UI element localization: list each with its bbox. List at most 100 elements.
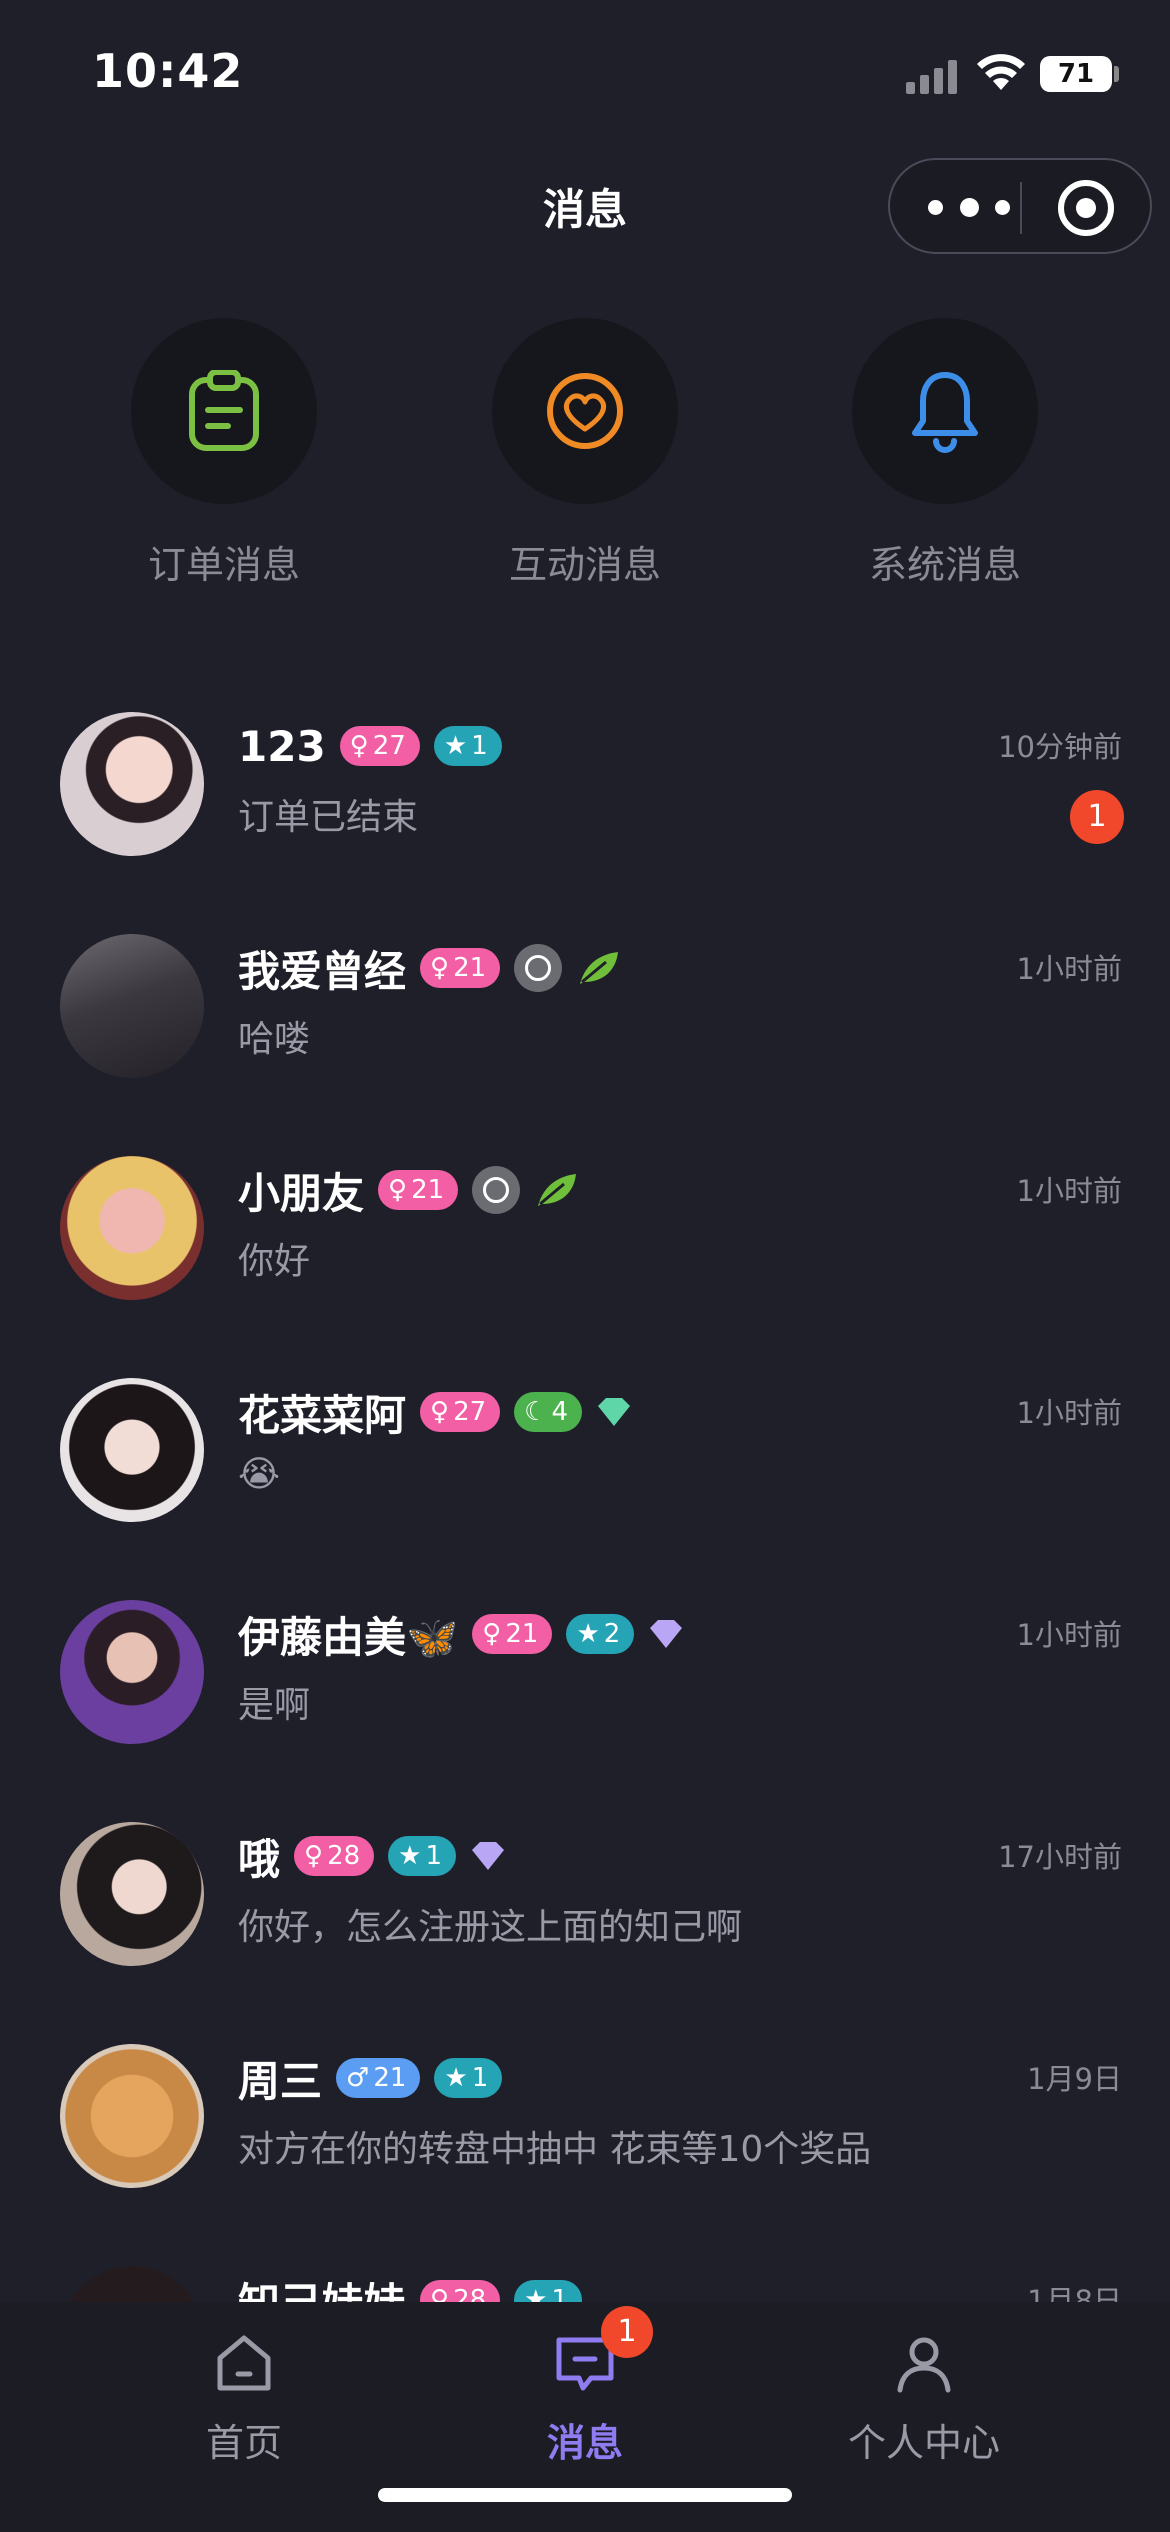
message-time: 1小时前 xyxy=(1016,1396,1122,1430)
leaf-icon xyxy=(580,952,619,984)
contact-name: 伊藤由美🦋 xyxy=(238,1612,459,1662)
star-icon: ★ xyxy=(444,2063,468,2093)
female-age-badge: ♀ 27 xyxy=(339,726,420,766)
star-icon: ★ xyxy=(443,731,468,761)
avatar[interactable] xyxy=(60,1378,204,1522)
message-time: 1小时前 xyxy=(1016,1174,1122,1208)
more-options-icon[interactable] xyxy=(928,182,1010,232)
level-value: 1 xyxy=(471,731,488,761)
contact-name: 知己娃娃 xyxy=(238,2270,406,2303)
heart-circle-icon xyxy=(547,373,623,449)
contact-name: 花菜菜阿 xyxy=(238,1390,407,1440)
female-icon: ♀ xyxy=(430,953,450,983)
avatar[interactable] xyxy=(60,1156,204,1300)
avatar[interactable] xyxy=(60,1600,204,1744)
age-value: 21 xyxy=(373,2063,407,2093)
female-age-badge: ♀ 28 xyxy=(294,1836,375,1876)
female-icon: ♀ xyxy=(304,1841,324,1871)
age-value: 21 xyxy=(505,1619,539,1649)
level-badge-gray xyxy=(514,944,563,992)
message-time: 10分钟前 xyxy=(998,730,1122,764)
name-row: 知己娃娃 ♀28 ★1 xyxy=(238,2274,583,2302)
star-icon: ★ xyxy=(576,1619,600,1649)
name-row: 哦 ♀ 28 ★ 1 xyxy=(238,1830,506,1884)
star-level-badge: ★ 1 xyxy=(514,2280,583,2302)
female-icon: ♀ xyxy=(388,1175,408,1205)
battery-indicator: 71 xyxy=(1040,56,1112,92)
message-preview: 对方在你的转盘中抽中 花束等10个奖品 xyxy=(238,2129,872,2170)
female-age-badge: ♀ 27 xyxy=(420,1392,501,1432)
chat-icon: 1 xyxy=(553,2306,653,2396)
contact-name: 周三 xyxy=(238,2056,323,2106)
category-icon-circle xyxy=(131,318,317,504)
cellular-signal-icon xyxy=(906,60,957,94)
tab-messages[interactable]: 1 消息 xyxy=(455,2306,715,2467)
category-interaction-messages[interactable]: 互动消息 xyxy=(455,318,715,598)
name-row: 周三 ♂ 21 ★ 1 xyxy=(238,2052,503,2106)
age-value: 27 xyxy=(372,731,406,761)
avatar[interactable] xyxy=(60,2266,204,2302)
message-time: 1月9日 xyxy=(1027,2062,1122,2096)
message-row[interactable]: 123 ♀ 27 ★ 1 订单已结束 10分钟前 1 xyxy=(0,700,1170,922)
female-age-badge: ♀ 21 xyxy=(472,1614,553,1654)
star-level-badge: ★ 1 xyxy=(434,2058,503,2098)
tab-label: 个人中心 xyxy=(847,2421,1000,2465)
age-value: 28 xyxy=(453,2285,487,2302)
person-icon xyxy=(892,2332,956,2396)
contact-name: 我爱曾经 xyxy=(238,946,407,996)
male-icon: ♂ xyxy=(346,2063,370,2093)
message-preview: 😭 xyxy=(238,1454,281,1495)
message-row[interactable]: 伊藤由美🦋 ♀ 21 ★ 2 是啊 1小时前 xyxy=(0,1588,1170,1810)
diamond-green-icon xyxy=(598,1398,631,1426)
moon-icon: ☾ xyxy=(524,1397,548,1427)
message-row[interactable]: 小朋友 ♀ 21 你好 1小时前 xyxy=(0,1144,1170,1366)
message-row[interactable]: 知己娃娃 ♀28 ★1 1月8日 xyxy=(0,2254,1170,2302)
message-row[interactable]: 周三 ♂ 21 ★ 1 对方在你的转盘中抽中 花束等10个奖品 1月9日 xyxy=(0,2032,1170,2254)
message-row[interactable]: 我爱曾经 ♀ 21 哈喽 1小时前 xyxy=(0,922,1170,1144)
message-list[interactable]: 123 ♀ 27 ★ 1 订单已结束 10分钟前 1 我爱曾经 ♀ 21 哈喽 1小时… xyxy=(0,700,1170,2302)
status-time: 10:42 xyxy=(92,44,244,98)
message-row[interactable]: 哦 ♀ 28 ★ 1 你好，怎么注册这上面的知己啊 17小时前 xyxy=(0,1810,1170,2032)
category-order-messages[interactable]: 订单消息 xyxy=(94,318,354,598)
avatar[interactable] xyxy=(60,1822,204,1966)
tab-profile[interactable]: 个人中心 xyxy=(794,2332,1054,2467)
female-icon: ♀ xyxy=(482,1619,502,1649)
contact-name: 哦 xyxy=(238,1834,281,1884)
contact-name: 小朋友 xyxy=(238,1168,365,1218)
status-bar: 10:42 71 xyxy=(0,0,1170,150)
age-value: 21 xyxy=(411,1175,445,1205)
age-value: 27 xyxy=(453,1397,487,1427)
category-icon-circle xyxy=(852,318,1038,504)
leaf-icon xyxy=(538,1174,577,1206)
clipboard-icon xyxy=(189,370,259,451)
female-icon: ♀ xyxy=(430,1397,450,1427)
level-value: 1 xyxy=(551,2285,569,2302)
name-row: 123 ♀ 27 ★ 1 xyxy=(238,720,502,772)
level-value: 4 xyxy=(551,1397,569,1427)
male-age-badge: ♂ 21 xyxy=(336,2058,421,2098)
female-icon: ♀ xyxy=(430,2285,450,2302)
avatar[interactable] xyxy=(60,2044,204,2188)
tab-home[interactable]: 首页 xyxy=(114,2332,374,2467)
star-level-badge: ★ 1 xyxy=(388,1836,457,1876)
bell-icon xyxy=(912,372,978,453)
message-time: 1小时前 xyxy=(1016,1618,1122,1652)
female-age-badge: ♀ 21 xyxy=(420,948,501,988)
message-time: 17小时前 xyxy=(998,1840,1122,1874)
tab-label: 首页 xyxy=(205,2421,282,2465)
avatar[interactable] xyxy=(60,934,204,1078)
star-icon: ★ xyxy=(524,2285,548,2302)
category-system-messages[interactable]: 系统消息 xyxy=(815,318,1075,598)
star-level-badge: ★ 1 xyxy=(433,726,502,766)
message-time: 1小时前 xyxy=(1016,952,1122,986)
female-age-badge: ♀ 28 xyxy=(420,2280,501,2302)
message-row[interactable]: 花菜菜阿 ♀ 27 ☾ 4 😭 1小时前 xyxy=(0,1366,1170,1588)
unread-badge: 1 xyxy=(1070,790,1124,844)
contact-name: 123 xyxy=(238,721,326,771)
close-miniapp-icon[interactable] xyxy=(1058,180,1114,236)
home-indicator xyxy=(378,2488,792,2502)
level-value: 1 xyxy=(471,2063,489,2093)
battery-tip xyxy=(1114,66,1119,82)
avatar[interactable] xyxy=(60,712,204,856)
message-preview: 是啊 xyxy=(238,1685,311,1726)
